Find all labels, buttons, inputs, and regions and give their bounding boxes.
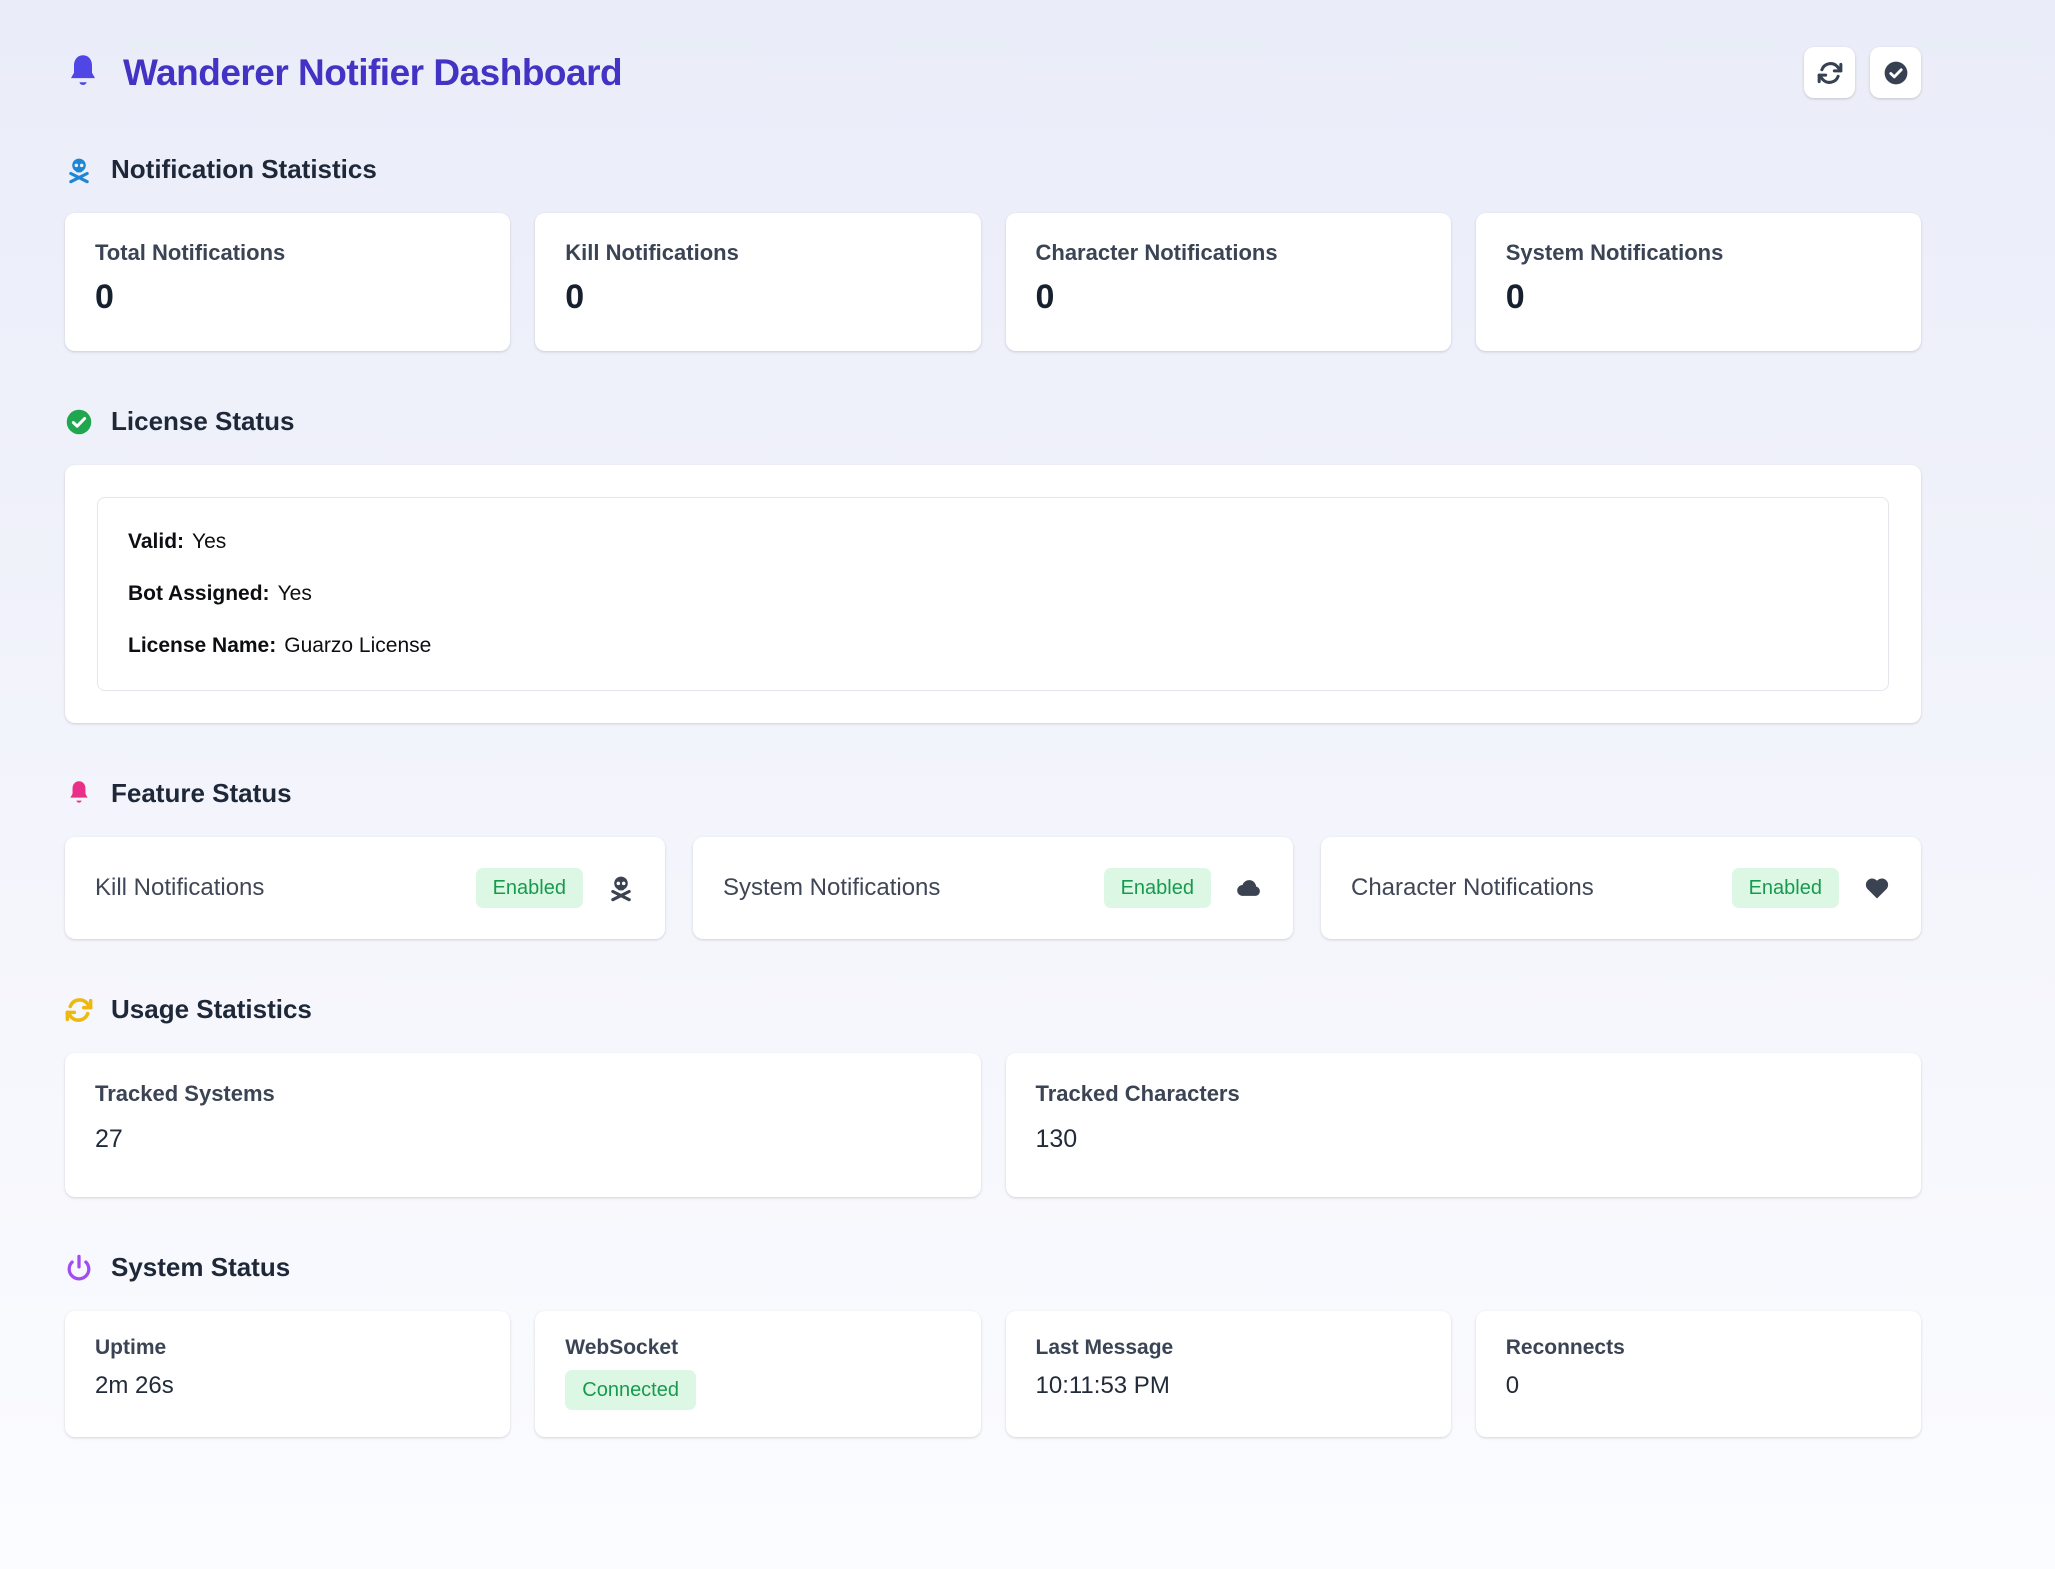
status-card-reconnects: Reconnects 0: [1476, 1311, 1921, 1437]
verify-button[interactable]: [1870, 47, 1921, 98]
system-status-grid: Uptime 2m 26s WebSocket Connected Last M…: [65, 1311, 1921, 1437]
heart-icon: [1863, 874, 1891, 902]
stat-value: 0: [1036, 278, 1421, 317]
status-label: Uptime: [95, 1336, 480, 1360]
check-circle-icon: [65, 408, 93, 436]
license-field-bot-assigned: Bot Assigned: Yes: [128, 582, 1858, 606]
section-title: License Status: [111, 406, 295, 437]
feature-card-system-notifications: System Notifications Enabled: [693, 837, 1293, 939]
features-grid: Kill Notifications Enabled System Notifi…: [65, 837, 1921, 939]
section-system-status: System Status Uptime 2m 26s WebSocket Co…: [65, 1252, 1921, 1437]
license-card: Valid: Yes Bot Assigned: Yes License Name:…: [65, 465, 1921, 723]
stat-label: Total Notifications: [95, 240, 480, 266]
status-label: Reconnects: [1506, 1336, 1891, 1360]
license-field-valid: Valid: Yes: [128, 530, 1858, 554]
bell-icon: [65, 53, 101, 93]
stat-label: System Notifications: [1506, 240, 1891, 266]
section-license-status: License Status Valid: Yes Bot Assigned: Ye…: [65, 406, 1921, 723]
status-label: WebSocket: [565, 1336, 950, 1360]
usage-value: 27: [95, 1125, 951, 1154]
section-heading: Usage Statistics: [65, 994, 1921, 1025]
stat-value: 0: [1506, 278, 1891, 317]
feature-label: System Notifications: [723, 874, 940, 902]
field-value: Yes: [278, 582, 312, 605]
field-label: License Name:: [128, 634, 276, 657]
usage-card-tracked-characters: Tracked Characters 130: [1006, 1053, 1922, 1197]
stat-card-system-notifications: System Notifications 0: [1476, 213, 1921, 351]
section-title: Notification Statistics: [111, 154, 377, 185]
cloud-icon: [1235, 874, 1263, 902]
refresh-icon: [1817, 60, 1843, 86]
skull-crossbones-icon: [65, 156, 93, 184]
section-title: System Status: [111, 1252, 290, 1283]
usage-grid: Tracked Systems 27 Tracked Characters 13…: [65, 1053, 1921, 1197]
status-badge: Enabled: [1104, 868, 1211, 908]
stat-card-kill-notifications: Kill Notifications 0: [535, 213, 980, 351]
bell-icon: [65, 780, 93, 808]
stat-value: 0: [95, 278, 480, 317]
field-label: Valid:: [128, 530, 184, 553]
usage-label: Tracked Systems: [95, 1081, 951, 1107]
header-title-group: Wanderer Notifier Dashboard: [65, 52, 622, 94]
feature-card-kill-notifications: Kill Notifications Enabled: [65, 837, 665, 939]
usage-value: 130: [1036, 1125, 1892, 1154]
page-title: Wanderer Notifier Dashboard: [123, 52, 622, 94]
usage-label: Tracked Characters: [1036, 1081, 1892, 1107]
field-value: Yes: [192, 530, 226, 553]
section-heading: Notification Statistics: [65, 154, 1921, 185]
usage-card-tracked-systems: Tracked Systems 27: [65, 1053, 981, 1197]
section-title: Feature Status: [111, 778, 292, 809]
header-actions: [1804, 47, 1921, 98]
stat-label: Character Notifications: [1036, 240, 1421, 266]
dashboard-page: Wanderer Notifier Dashboard: [0, 0, 2055, 1552]
license-details: Valid: Yes Bot Assigned: Yes License Name:…: [97, 497, 1889, 691]
status-value: 0: [1506, 1372, 1891, 1400]
feature-card-character-notifications: Character Notifications Enabled: [1321, 837, 1921, 939]
section-title: Usage Statistics: [111, 994, 312, 1025]
feature-label: Character Notifications: [1351, 874, 1594, 902]
skull-crossbones-icon: [607, 874, 635, 902]
stat-value: 0: [565, 278, 950, 317]
status-card-websocket: WebSocket Connected: [535, 1311, 980, 1437]
power-icon: [65, 1254, 93, 1282]
section-notification-statistics: Notification Statistics Total Notificati…: [65, 154, 1921, 351]
status-badge-wrap: Connected: [565, 1370, 950, 1410]
field-value: Guarzo License: [284, 634, 431, 657]
stat-card-total-notifications: Total Notifications 0: [65, 213, 510, 351]
connection-status-badge: Connected: [565, 1370, 696, 1410]
status-value: 10:11:53 PM: [1036, 1372, 1421, 1400]
field-label: Bot Assigned:: [128, 582, 270, 605]
status-card-uptime: Uptime 2m 26s: [65, 1311, 510, 1437]
stat-card-character-notifications: Character Notifications 0: [1006, 213, 1451, 351]
status-badge: Enabled: [476, 868, 583, 908]
sync-icon: [65, 996, 93, 1024]
stat-label: Kill Notifications: [565, 240, 950, 266]
status-badge: Enabled: [1732, 868, 1839, 908]
refresh-button[interactable]: [1804, 47, 1855, 98]
status-value: 2m 26s: [95, 1372, 480, 1400]
stats-grid: Total Notifications 0 Kill Notifications…: [65, 213, 1921, 351]
status-card-last-message: Last Message 10:11:53 PM: [1006, 1311, 1451, 1437]
section-heading: System Status: [65, 1252, 1921, 1283]
section-heading: License Status: [65, 406, 1921, 437]
check-circle-icon: [1883, 60, 1909, 86]
status-label: Last Message: [1036, 1336, 1421, 1360]
license-field-license-name: License Name: Guarzo License: [128, 634, 1858, 658]
feature-label: Kill Notifications: [95, 874, 264, 902]
section-heading: Feature Status: [65, 778, 1921, 809]
section-usage-statistics: Usage Statistics Tracked Systems 27 Trac…: [65, 994, 1921, 1197]
section-feature-status: Feature Status Kill Notifications Enable…: [65, 778, 1921, 939]
header: Wanderer Notifier Dashboard: [65, 47, 1921, 98]
